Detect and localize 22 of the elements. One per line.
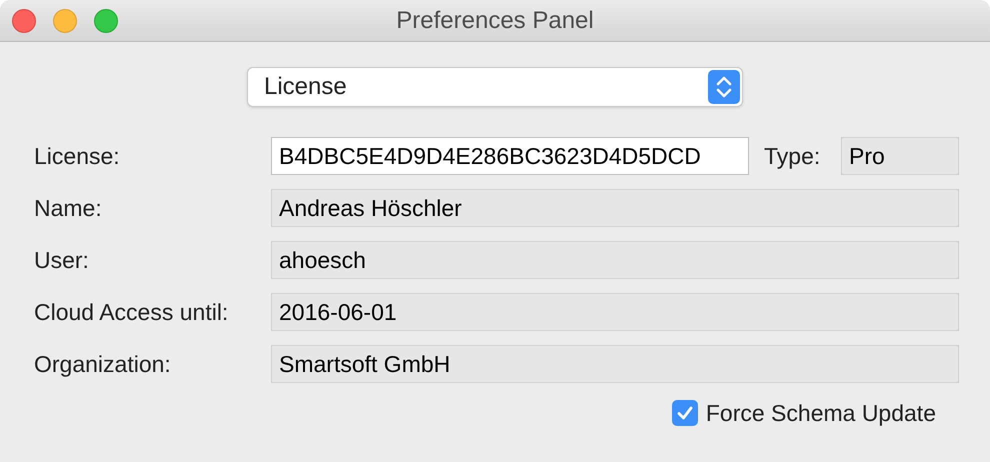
checkbox[interactable]	[672, 400, 698, 426]
field-label: License:	[34, 142, 121, 171]
text-field[interactable]: B4DBC5E4D9D4E286BC3623D4D5DCD	[271, 137, 749, 175]
minimize-button[interactable]	[53, 8, 77, 32]
zoom-button[interactable]	[94, 8, 118, 32]
checkbox-label: Force Schema Update	[706, 399, 936, 428]
text-field[interactable]: Pro	[841, 137, 959, 175]
text-field[interactable]: 2016-06-01	[271, 293, 959, 331]
section-popup[interactable]: License	[247, 67, 743, 107]
popup-value: License	[264, 72, 347, 102]
stepper-icon	[708, 70, 740, 104]
field-label: Name:	[34, 194, 103, 223]
field-label: Cloud Access until:	[34, 298, 230, 327]
text-field[interactable]: Andreas Höschler	[271, 189, 959, 227]
text-field[interactable]: Smartsoft GmbH	[271, 345, 959, 383]
field-label: Type:	[764, 142, 822, 171]
window-title: Preferences Panel	[396, 6, 594, 36]
field-label: Organization:	[34, 350, 172, 379]
text-field[interactable]: ahoesch	[271, 241, 959, 279]
close-button[interactable]	[12, 8, 36, 32]
checkmark-icon	[676, 404, 694, 422]
field-label: User:	[34, 246, 90, 275]
